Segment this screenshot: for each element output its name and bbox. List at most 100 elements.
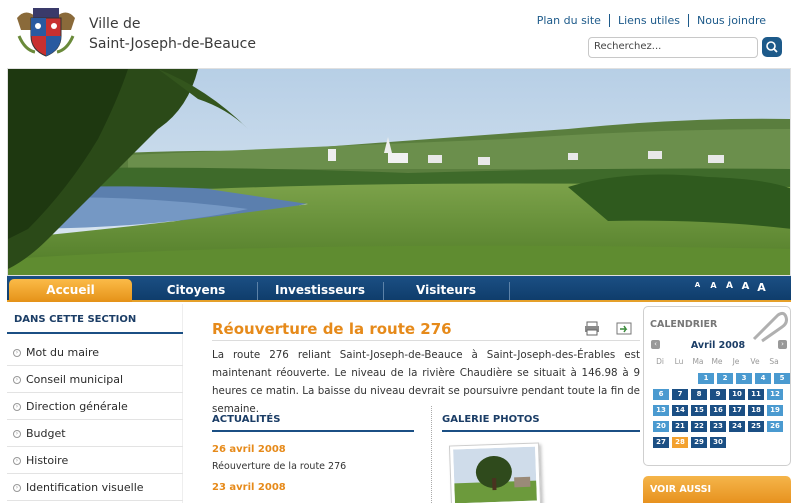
calendar-day[interactable]: 18 [748, 405, 764, 416]
sidebar-item-conseil-municipal[interactable]: › Conseil municipal [7, 366, 183, 393]
calendar-day[interactable]: 20 [653, 421, 669, 432]
calendar-day[interactable]: 17 [729, 405, 745, 416]
banner-landscape-photo [7, 68, 791, 276]
calendar-day[interactable]: 3 [736, 373, 752, 384]
weekday-label: Me [711, 357, 723, 366]
calendar-day[interactable]: 7 [672, 389, 688, 400]
see-also-panel: VOIR AUSSI [643, 476, 791, 503]
calendar-day[interactable]: 10 [729, 389, 745, 400]
sidebar-item-budget[interactable]: › Budget [7, 420, 183, 447]
sidebar-item-label: Mot du maire [26, 346, 100, 359]
site-map-link[interactable]: Plan du site [529, 14, 609, 27]
weekday-label: Lu [674, 357, 684, 366]
font-size-button[interactable]: A [724, 281, 735, 294]
email-page-icon[interactable] [616, 320, 632, 336]
title-divider [212, 340, 640, 341]
sidebar-item-histoire[interactable]: › Histoire [7, 447, 183, 474]
font-size-button[interactable]: A [756, 281, 767, 294]
contact-link[interactable]: Nous joindre [687, 14, 774, 27]
tab-visiteurs[interactable]: Visiteurs [385, 279, 507, 302]
chevron-right-icon: › [13, 349, 21, 357]
calendar-day[interactable]: 6 [653, 389, 669, 400]
calendar-day[interactable]: 11 [748, 389, 764, 400]
news-date: 26 avril 2008 [212, 444, 286, 455]
calendar-day-today[interactable]: 28 [672, 437, 688, 448]
calendar-day[interactable]: 13 [653, 405, 669, 416]
font-size-button[interactable]: A [708, 281, 719, 294]
coat-of-arms-logo[interactable] [15, 6, 77, 58]
calendar-day[interactable]: 21 [672, 421, 688, 432]
weekday-label: Sa [769, 357, 779, 366]
weekday-label: Ma [692, 357, 704, 366]
site-header: Ville de Saint-Joseph-de-Beauce Plan du … [0, 0, 800, 66]
calendar-day[interactable]: 29 [691, 437, 707, 448]
calendar-day[interactable]: 1 [698, 373, 714, 384]
gallery-thumbnail[interactable] [448, 442, 542, 503]
utility-links: Plan du site Liens utiles Nous joindre [529, 14, 774, 27]
font-size-button[interactable]: A [740, 281, 751, 294]
calendar-day[interactable]: 9 [710, 389, 726, 400]
tab-citoyens[interactable]: Citoyens [137, 279, 255, 302]
search-input[interactable]: Recherchez... [588, 37, 758, 58]
calendar-widget: CALENDRIER ‹ Avril 2008 › Di Lu Ma Me Je… [643, 306, 791, 466]
section-sidebar: DANS CETTE SECTION › Mot du maire › Consei… [7, 304, 183, 503]
news-item-link[interactable]: Réouverture de la route 276 [212, 461, 346, 472]
chevron-right-icon: › [13, 430, 21, 438]
calendar-day[interactable]: 16 [710, 405, 726, 416]
sidebar-item-label: Budget [26, 427, 66, 440]
search-button[interactable] [762, 37, 782, 57]
calendar-heading: CALENDRIER [650, 319, 718, 330]
calendar-day[interactable]: 27 [653, 437, 669, 448]
site-name-line2[interactable]: Saint-Joseph-de-Beauce [89, 36, 256, 52]
calendar-day[interactable]: 14 [672, 405, 688, 416]
sidebar-item-label: Identification visuelle [26, 481, 144, 494]
calendar-day[interactable]: 23 [710, 421, 726, 432]
section-heading: DANS CETTE SECTION [14, 314, 137, 325]
weekday-label: Di [656, 357, 664, 366]
nav-divider [257, 282, 258, 300]
chevron-right-icon: › [13, 376, 21, 384]
tab-investisseurs[interactable]: Investisseurs [259, 279, 381, 302]
search-icon [766, 41, 778, 53]
calendar-day[interactable]: 4 [755, 373, 771, 384]
font-size-controls: A A A A A [692, 281, 767, 294]
calendar-next-button[interactable]: › [778, 340, 787, 349]
calendar-day[interactable]: 19 [767, 405, 783, 416]
article-body: La route 276 reliant Saint-Joseph-de-Bea… [212, 349, 640, 415]
calendar-day[interactable]: 25 [748, 421, 764, 432]
gallery-divider [442, 430, 640, 432]
page-title: Réouverture de la route 276 [212, 320, 452, 338]
sidebar-item-direction-generale[interactable]: › Direction générale [7, 393, 183, 420]
main-navigation: Accueil Citoyens Investisseurs Visiteurs… [7, 276, 791, 302]
calendar-day[interactable]: 12 [767, 389, 783, 400]
calendar-month: Avril 2008 [690, 340, 746, 351]
calendar-day[interactable]: 5 [774, 373, 790, 384]
calendar-day[interactable]: 24 [729, 421, 745, 432]
sidebar-item-mot-du-maire[interactable]: › Mot du maire [7, 339, 183, 366]
sidebar-item-identification-visuelle[interactable]: › Identification visuelle [7, 474, 183, 501]
useful-links-link[interactable]: Liens utiles [608, 14, 688, 27]
print-icon[interactable] [584, 320, 600, 336]
calendar-day[interactable]: 22 [691, 421, 707, 432]
gallery-heading: GALERIE PHOTOS [442, 414, 540, 425]
column-divider [431, 406, 432, 503]
calendar-day[interactable]: 2 [717, 373, 733, 384]
news-date: 23 avril 2008 [212, 482, 286, 493]
paperclip-icon [752, 311, 788, 343]
sidebar-item-label: Direction générale [26, 400, 128, 413]
see-also-heading: VOIR AUSSI [650, 484, 711, 495]
calendar-day[interactable]: 15 [691, 405, 707, 416]
main-content: Réouverture de la route 276 La route 276… [184, 304, 640, 503]
tab-accueil[interactable]: Accueil [9, 279, 132, 302]
chevron-right-icon: › [13, 484, 21, 492]
sidebar-item-label: Histoire [26, 454, 69, 467]
nav-divider [383, 282, 384, 300]
font-size-button[interactable]: A [692, 281, 703, 294]
heading-divider [7, 332, 183, 334]
chevron-right-icon: › [13, 403, 21, 411]
calendar-day[interactable]: 26 [767, 421, 783, 432]
calendar-day[interactable]: 8 [691, 389, 707, 400]
calendar-day[interactable]: 30 [710, 437, 726, 448]
site-name-line1[interactable]: Ville de [89, 16, 141, 32]
sidebar-item-label: Conseil municipal [26, 373, 124, 386]
